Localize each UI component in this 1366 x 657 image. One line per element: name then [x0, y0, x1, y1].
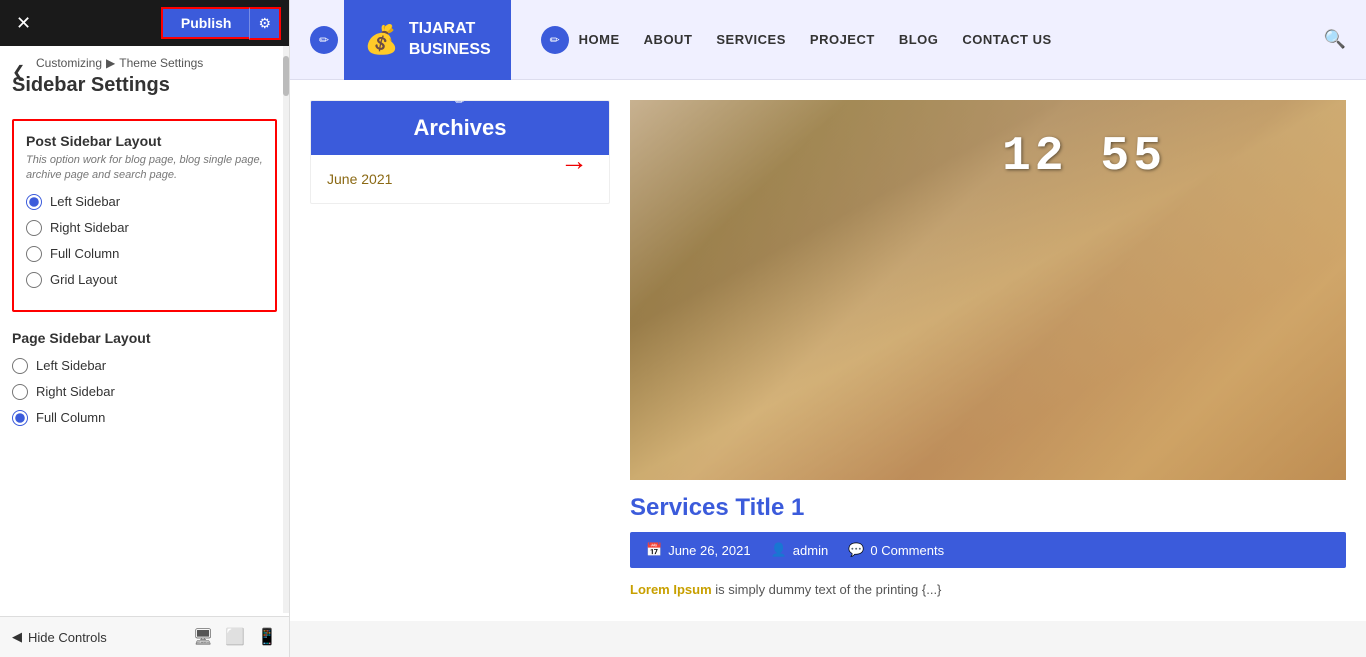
- excerpt-highlight: Lorem Ipsum: [630, 582, 712, 597]
- page-left-sidebar-radio[interactable]: [12, 358, 28, 374]
- content-main: 12 55 Services Title 1 📅 June 26, 2021 👤…: [630, 100, 1346, 601]
- page-full-column-label: Full Column: [36, 410, 105, 425]
- hide-controls-label: Hide Controls: [28, 630, 107, 645]
- comments-text: 0 Comments: [870, 543, 944, 558]
- bottom-bar: ◀ Hide Controls 🖥 ⬜ 📱: [0, 616, 289, 657]
- breadcrumb-current: Theme Settings: [119, 56, 203, 70]
- calendar-icon: 📅: [646, 542, 662, 558]
- post-right-sidebar-label: Right Sidebar: [50, 220, 129, 235]
- site-content: ✏ Archives June 2021 12 55 Services Titl…: [290, 80, 1366, 621]
- article-image: 12 55: [630, 100, 1346, 480]
- nav-services[interactable]: SERVICES: [716, 32, 786, 47]
- article-meta: 📅 June 26, 2021 👤 admin 💬 0 Comments: [630, 532, 1346, 568]
- nav-project[interactable]: PROJECT: [810, 32, 875, 47]
- logo-box: 💰 TIJARAT BUSINESS: [344, 0, 511, 80]
- post-sidebar-section: Post Sidebar Layout This option work for…: [12, 119, 277, 312]
- page-right-sidebar-radio[interactable]: [12, 384, 28, 400]
- site-nav: HOME ABOUT SERVICES PROJECT BLOG CONTACT…: [579, 32, 1324, 47]
- tablet-icon[interactable]: ⬜: [225, 627, 245, 647]
- widget-body: June 2021: [311, 155, 609, 203]
- page-right-sidebar-label: Right Sidebar: [36, 384, 115, 399]
- comment-icon: 💬: [848, 542, 864, 558]
- user-icon: 👤: [771, 542, 787, 558]
- page-left-sidebar-label: Left Sidebar: [36, 358, 106, 373]
- archive-june-2021[interactable]: June 2021: [327, 171, 593, 187]
- page-right-sidebar-option[interactable]: Right Sidebar: [12, 384, 277, 400]
- nav-contact[interactable]: CONTACT US: [962, 32, 1051, 47]
- post-left-sidebar-radio[interactable]: [26, 194, 42, 210]
- nav-blog[interactable]: BLOG: [899, 32, 939, 47]
- nav-edit-button[interactable]: ✏: [541, 26, 569, 54]
- gear-button[interactable]: ⚙: [249, 7, 281, 40]
- meta-author: 👤 admin: [771, 542, 829, 558]
- page-full-column-option[interactable]: Full Column: [12, 410, 277, 426]
- hide-icon: ◀: [12, 629, 22, 645]
- scroll-thumb: [283, 56, 289, 96]
- post-right-sidebar-radio[interactable]: [26, 220, 42, 236]
- article-excerpt: Lorem Ipsum is simply dummy text of the …: [630, 580, 1346, 601]
- close-button[interactable]: ✕: [8, 9, 39, 38]
- publish-button[interactable]: Publish: [161, 7, 250, 39]
- publish-area: Publish ⚙: [161, 7, 281, 40]
- logo-text: TIJARAT BUSINESS: [409, 19, 491, 61]
- date-text: June 26, 2021: [668, 543, 750, 558]
- article-title[interactable]: Services Title 1: [630, 494, 1346, 522]
- page-full-column-radio[interactable]: [12, 410, 28, 426]
- post-sidebar-title: Post Sidebar Layout: [26, 133, 263, 149]
- page-sidebar-title: Page Sidebar Layout: [12, 330, 277, 346]
- back-button[interactable]: ❮: [8, 58, 29, 86]
- nav-home[interactable]: HOME: [579, 32, 620, 47]
- clock-display: 12 55: [1002, 130, 1166, 184]
- device-icons: 🖥 ⬜ 📱: [193, 627, 277, 647]
- post-right-sidebar-option[interactable]: Right Sidebar: [26, 220, 263, 236]
- panel-title: Sidebar Settings: [0, 74, 289, 109]
- left-panel: ✕ Publish ⚙ ❮ Customizing ▶ Theme Settin…: [0, 0, 290, 657]
- page-left-sidebar-option[interactable]: Left Sidebar: [12, 358, 277, 374]
- site-header: ✏ 💰 TIJARAT BUSINESS ✏ HOME ABOUT SERVIC…: [290, 0, 1366, 80]
- content-sidebar: ✏ Archives June 2021: [310, 100, 610, 601]
- post-left-sidebar-label: Left Sidebar: [50, 194, 120, 209]
- logo-icon: 💰: [364, 23, 399, 56]
- desktop-icon[interactable]: 🖥: [193, 627, 213, 647]
- archives-widget: ✏ Archives June 2021: [310, 100, 610, 204]
- breadcrumb-parent: Customizing: [36, 56, 102, 70]
- nav-about[interactable]: ABOUT: [644, 32, 693, 47]
- post-left-sidebar-option[interactable]: Left Sidebar: [26, 194, 263, 210]
- settings-content: Post Sidebar Layout This option work for…: [0, 109, 289, 616]
- excerpt-dots: {...}: [922, 582, 942, 597]
- hide-controls-button[interactable]: ◀ Hide Controls: [12, 629, 107, 645]
- post-full-column-label: Full Column: [50, 246, 119, 261]
- post-grid-layout-radio[interactable]: [26, 272, 42, 288]
- author-text: admin: [793, 543, 828, 558]
- post-grid-layout-label: Grid Layout: [50, 272, 117, 287]
- excerpt-rest: is simply dummy text of the printing: [712, 582, 922, 597]
- post-grid-layout-option[interactable]: Grid Layout: [26, 272, 263, 288]
- post-sidebar-desc: This option work for blog page, blog sin…: [26, 153, 263, 184]
- breadcrumb: Customizing ▶ Theme Settings: [0, 46, 289, 74]
- scrollbar[interactable]: [283, 46, 289, 613]
- page-sidebar-section: Page Sidebar Layout Left Sidebar Right S…: [12, 330, 277, 426]
- meta-date: 📅 June 26, 2021: [646, 542, 751, 558]
- desk-overlay: [630, 100, 1346, 480]
- breadcrumb-separator: ▶: [106, 56, 115, 70]
- top-toolbar: ✕ Publish ⚙: [0, 0, 289, 46]
- search-icon[interactable]: 🔍: [1324, 29, 1346, 50]
- right-panel: ✏ 💰 TIJARAT BUSINESS ✏ HOME ABOUT SERVIC…: [290, 0, 1366, 657]
- mobile-icon[interactable]: 📱: [257, 627, 277, 647]
- meta-comments: 💬 0 Comments: [848, 542, 944, 558]
- post-full-column-radio[interactable]: [26, 246, 42, 262]
- logo-edit-button[interactable]: ✏: [310, 26, 338, 54]
- post-full-column-option[interactable]: Full Column: [26, 246, 263, 262]
